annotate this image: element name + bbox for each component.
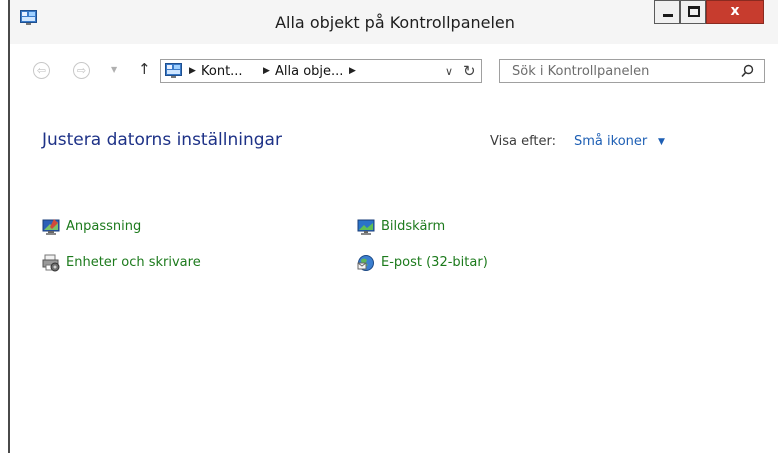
page-heading: Justera datorns inställningar [42, 130, 282, 150]
item-label: Enheter och skrivare [66, 255, 201, 270]
address-bar[interactable]: ▶ Kont... ▶ Alla obje... ▶ ∨ ↻ [160, 59, 482, 83]
personalization-icon [42, 219, 60, 235]
devices-printers-icon [42, 254, 60, 272]
control-panel-window: Alla objekt på Kontrollpanelen x ⇦ ⇨ ▼ ↑ [8, 0, 778, 453]
breadcrumb-separator-icon[interactable]: ▶ [189, 66, 196, 76]
minimize-button[interactable] [654, 0, 680, 24]
dropdown-caret-icon[interactable]: ▼ [658, 137, 665, 147]
back-arrow-icon: ⇦ [36, 64, 47, 77]
address-dropdown-icon[interactable]: ∨ [445, 65, 453, 78]
navigation-bar: ⇦ ⇨ ▼ ↑ ▶ Kont... ▶ Alla obje... ▶ ∨ ↻ S… [10, 44, 778, 102]
item-label: Bildskärm [381, 219, 446, 234]
maximize-icon [688, 6, 700, 17]
close-button[interactable]: x [706, 0, 764, 24]
minimize-icon [663, 14, 673, 17]
breadcrumb-separator-icon[interactable]: ▶ [263, 66, 270, 76]
recent-locations-dropdown-icon[interactable]: ▼ [111, 65, 117, 74]
breadcrumb-control-panel[interactable]: Kont... [201, 64, 243, 79]
forward-arrow-icon: ⇨ [76, 64, 87, 77]
breadcrumb-all-items[interactable]: Alla obje... [275, 64, 343, 79]
up-arrow-icon[interactable]: ↑ [138, 60, 151, 78]
control-panel-icon [165, 63, 182, 78]
search-icon[interactable] [741, 64, 754, 78]
forward-button[interactable]: ⇨ [73, 62, 90, 79]
mail-icon [357, 255, 374, 271]
display-icon [357, 219, 375, 235]
maximize-button[interactable] [680, 0, 706, 24]
close-icon: x [730, 3, 740, 19]
back-button[interactable]: ⇦ [33, 62, 50, 79]
view-by-dropdown[interactable]: Små ikoner [574, 134, 647, 149]
item-label: Anpassning [66, 219, 142, 234]
item-label: E-post (32-bitar) [381, 255, 488, 270]
breadcrumb-separator-icon[interactable]: ▶ [349, 66, 356, 76]
search-box[interactable]: Sök i Kontrollpanelen [499, 59, 765, 83]
title-bar[interactable]: Alla objekt på Kontrollpanelen x [10, 0, 778, 44]
view-by-label: Visa efter: [490, 134, 557, 149]
search-placeholder: Sök i Kontrollpanelen [512, 64, 650, 79]
refresh-icon[interactable]: ↻ [463, 62, 476, 80]
